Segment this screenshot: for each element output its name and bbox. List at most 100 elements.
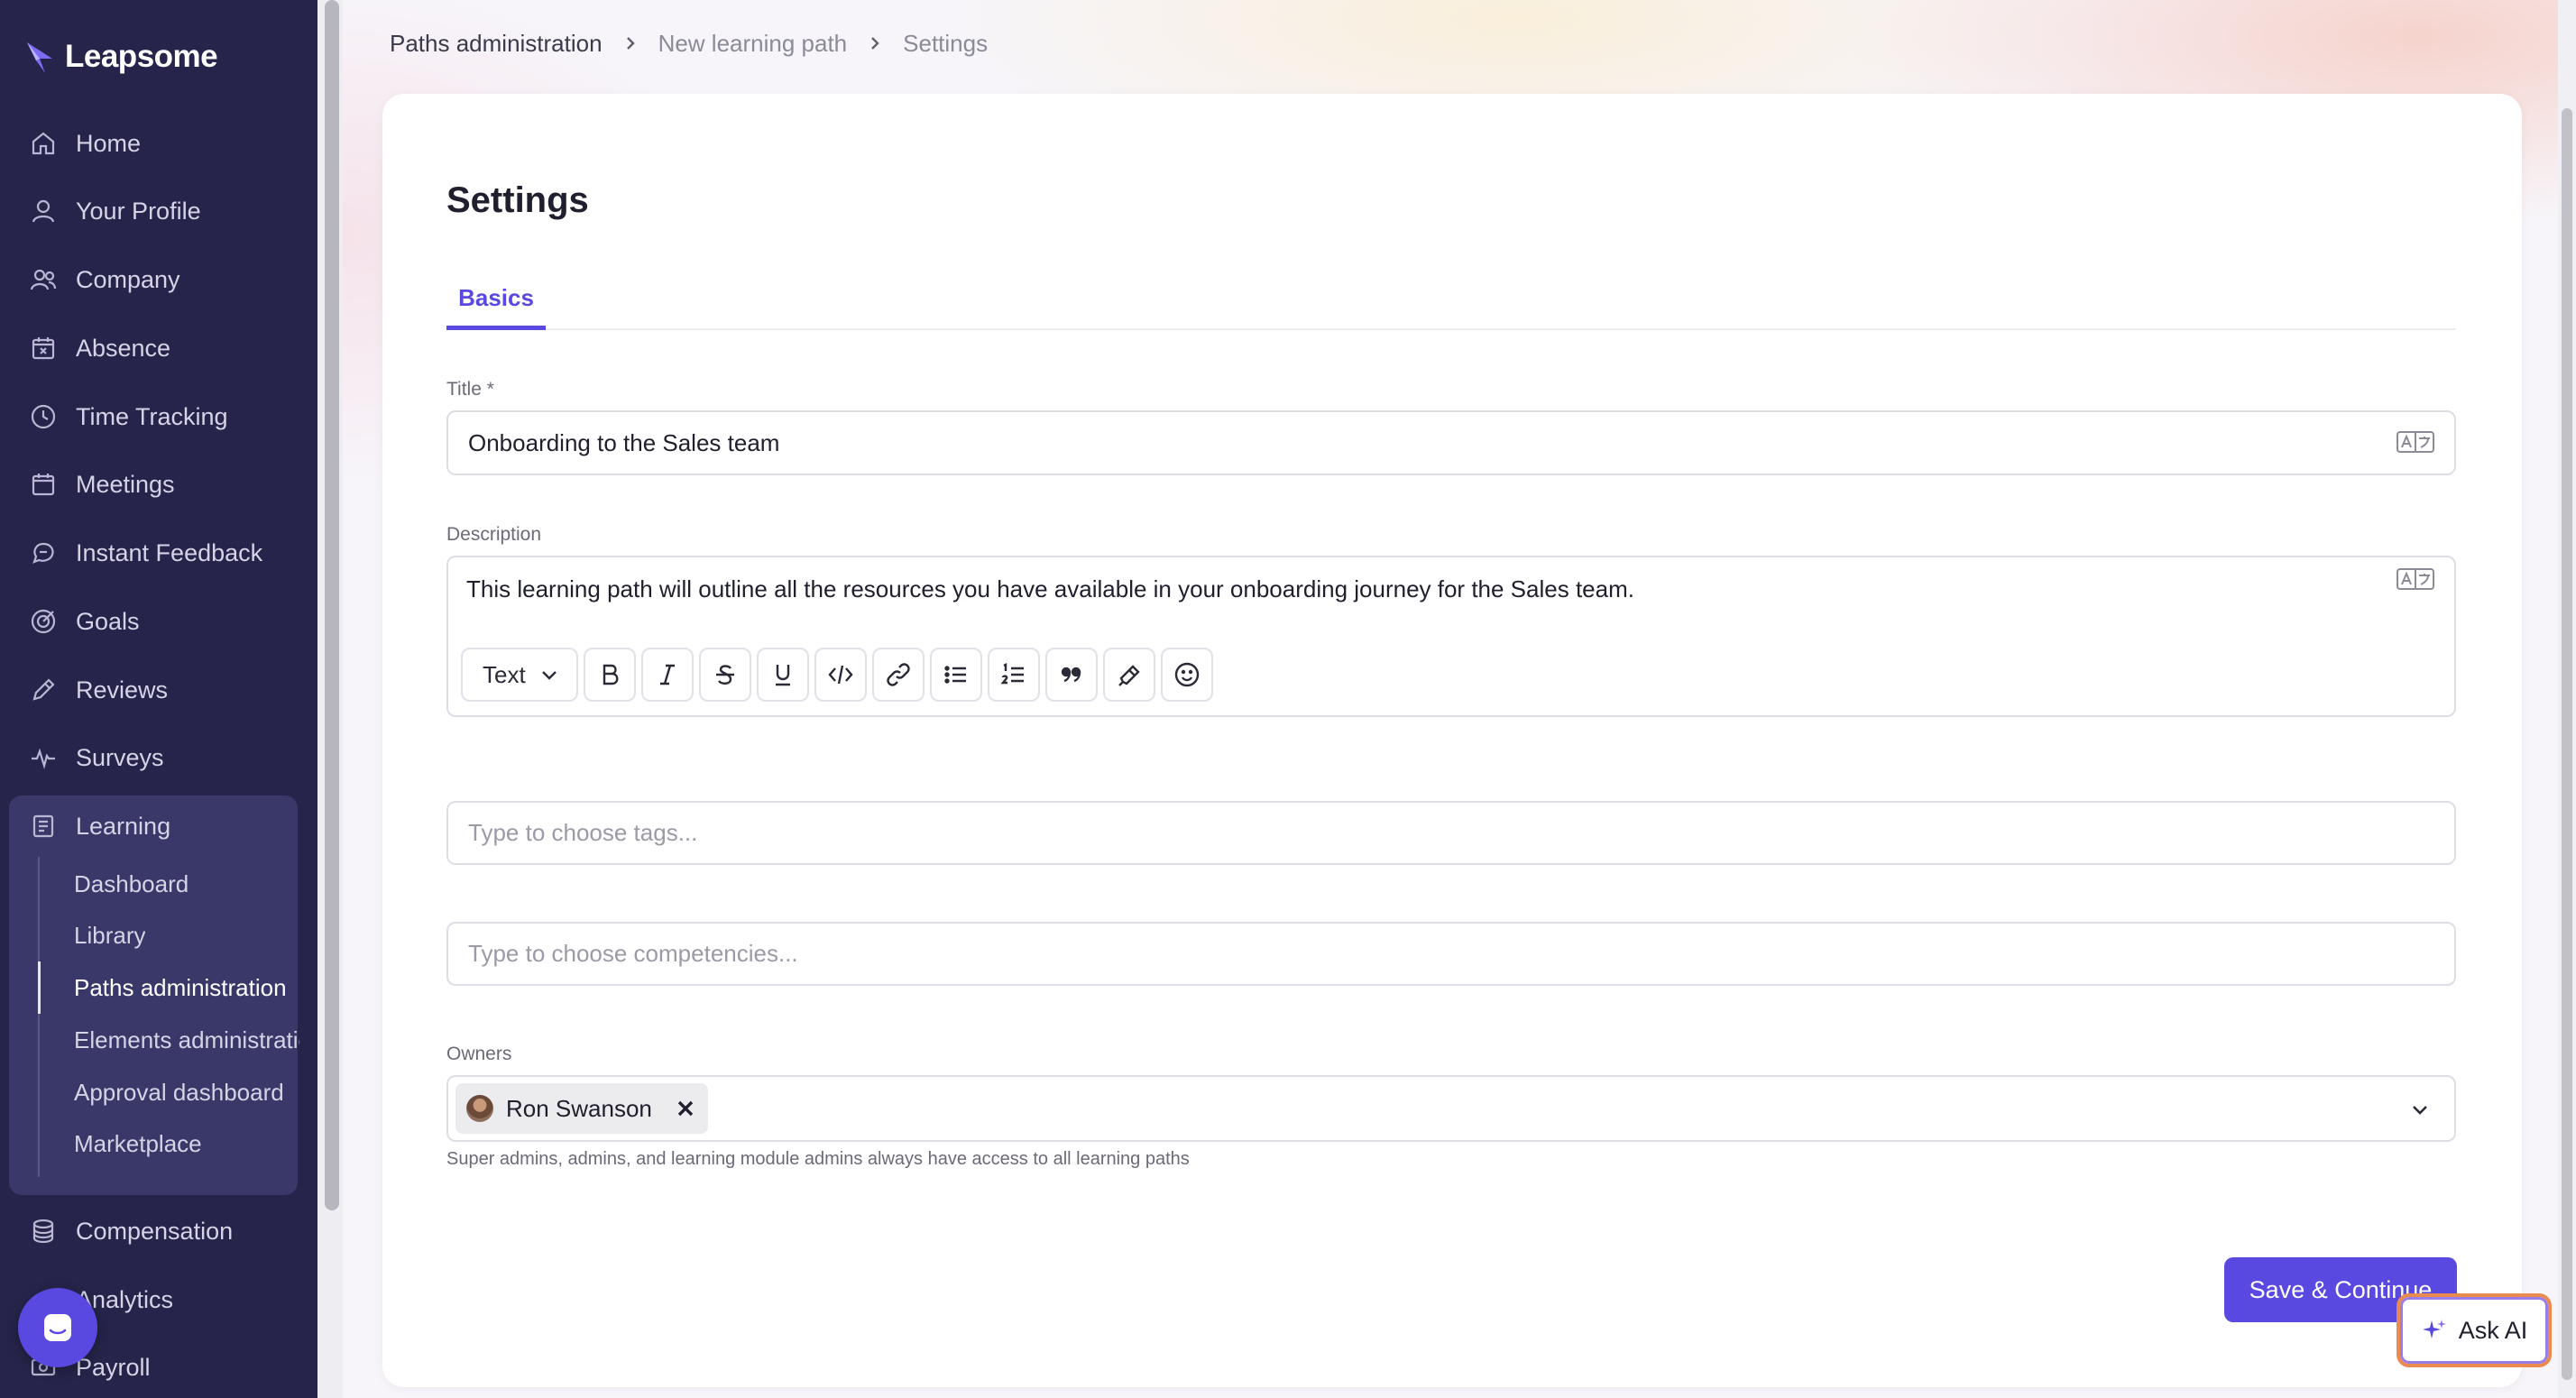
sidebar-item-company[interactable]: Company <box>29 262 180 298</box>
chevron-right-icon <box>871 37 879 50</box>
support-chat-button[interactable] <box>18 1288 97 1367</box>
sidebar-item-goals[interactable]: Goals <box>29 603 140 639</box>
bullet-list-icon <box>944 666 966 684</box>
sparkle-icon <box>2422 1320 2446 1338</box>
italic-button[interactable] <box>641 648 694 702</box>
emoji-button[interactable] <box>1161 648 1213 702</box>
sidebar-item-label: Learning <box>76 812 171 840</box>
sidebar-item-label: Goals <box>76 607 140 635</box>
bold-button[interactable] <box>584 648 636 702</box>
sidebar-item-surveys[interactable]: Surveys <box>29 740 164 776</box>
target-icon <box>31 609 56 634</box>
page-title: Settings <box>446 180 589 220</box>
strikethrough-button[interactable] <box>699 648 751 702</box>
sidebar-item-label: Payroll <box>76 1353 151 1381</box>
brand-logo[interactable]: Leapsome <box>25 36 218 78</box>
translate-icon[interactable] <box>2397 430 2434 454</box>
sub-item-elements-administration[interactable]: Elements administration <box>74 1024 299 1056</box>
main-scrollbar-thumb[interactable] <box>2562 108 2572 1380</box>
numbered-list-icon <box>1000 663 1024 685</box>
sub-item-marketplace[interactable]: Marketplace <box>74 1127 202 1160</box>
bullet-list-button[interactable] <box>930 648 982 702</box>
tab-basics[interactable]: Basics <box>446 271 546 330</box>
calendar-icon <box>32 474 55 496</box>
sidebar-item-absence[interactable]: Absence <box>29 330 170 366</box>
sidebar-item-label: Company <box>76 265 180 293</box>
tags-input[interactable]: Type to choose tags... <box>446 801 2456 865</box>
sub-item-approval-dashboard[interactable]: Approval dashboard <box>74 1076 284 1108</box>
sidebar-item-label: Time Tracking <box>76 402 228 430</box>
breadcrumb-paths-administration[interactable]: Paths administration <box>390 30 603 58</box>
chevron-down-icon <box>542 671 557 680</box>
description-editor[interactable]: This learning path will outline all the … <box>446 556 2456 717</box>
code-button[interactable] <box>814 648 867 702</box>
book-icon <box>32 814 54 838</box>
highlight-button[interactable] <box>1103 648 1155 702</box>
editor-toolbar: Text <box>461 648 1213 702</box>
owners-select[interactable]: Ron Swanson <box>446 1075 2456 1142</box>
translate-glyph-icon <box>2397 431 2434 453</box>
numbered-list-button[interactable] <box>988 648 1040 702</box>
sidebar-item-learning[interactable]: Learning <box>29 808 170 844</box>
pulse-icon <box>32 748 55 769</box>
sub-item-dashboard[interactable]: Dashboard <box>74 868 189 900</box>
tabs-divider <box>446 328 2456 330</box>
breadcrumb: Paths administration New learning path S… <box>390 25 988 61</box>
sidebar-scrollbar-thumb[interactable] <box>325 0 339 1210</box>
ask-ai-label: Ask AI <box>2458 1316 2528 1344</box>
owner-chip: Ron Swanson <box>455 1083 708 1134</box>
home-icon <box>32 132 55 155</box>
owner-name: Ron Swanson <box>506 1094 652 1122</box>
sidebar-item-compensation[interactable]: Compensation <box>29 1213 233 1249</box>
breadcrumb-new-learning-path[interactable]: New learning path <box>658 30 848 58</box>
sub-item-paths-administration[interactable]: Paths administration <box>74 971 287 1004</box>
avatar <box>466 1095 493 1122</box>
link-icon <box>887 663 910 686</box>
remove-owner-button[interactable] <box>674 1097 697 1120</box>
sidebar-item-label: Absence <box>76 334 171 362</box>
quote-button[interactable] <box>1045 648 1098 702</box>
text-style-dropdown[interactable]: Text <box>461 648 578 702</box>
ask-ai-button[interactable]: Ask AI <box>2397 1293 2552 1367</box>
sub-nav-line <box>38 857 40 1177</box>
sidebar-item-time-tracking[interactable]: Time Tracking <box>29 399 228 435</box>
underline-button[interactable] <box>757 648 809 702</box>
chat-bubble-icon <box>44 1314 71 1341</box>
brand-name: Leapsome <box>65 39 218 74</box>
sidebar-item-label: Your Profile <box>76 197 201 225</box>
settings-card <box>382 94 2522 1387</box>
translate-icon[interactable] <box>2397 567 2434 591</box>
code-icon <box>828 665 853 685</box>
sub-nav-active-indicator <box>38 961 41 1014</box>
sidebar-item-label: Compensation <box>76 1217 234 1245</box>
description-label: Description <box>446 524 542 545</box>
underline-icon <box>776 665 790 686</box>
description-value: This learning path will outline all the … <box>466 575 1634 602</box>
link-button[interactable] <box>872 648 925 702</box>
breadcrumb-settings: Settings <box>903 29 989 57</box>
pencil-icon <box>32 678 55 701</box>
translate-glyph-icon <box>2397 568 2434 590</box>
owners-label: Owners <box>446 1044 512 1064</box>
owners-dropdown-toggle[interactable] <box>2407 1097 2433 1122</box>
chevron-down-icon <box>2413 1106 2427 1115</box>
sidebar-item-instant-feedback[interactable]: Instant Feedback <box>29 535 262 571</box>
sidebar-item-label: Home <box>76 129 142 157</box>
title-label: Title * <box>446 379 494 400</box>
sidebar-item-reviews[interactable]: Reviews <box>29 672 168 708</box>
sidebar-item-label: Surveys <box>76 743 164 771</box>
coins-icon <box>32 1219 54 1244</box>
sidebar-item-your-profile[interactable]: Your Profile <box>29 193 201 229</box>
sub-item-library[interactable]: Library <box>74 919 145 952</box>
chat-icon <box>32 542 54 564</box>
sidebar: Leapsome Home Your Profile Company Absen… <box>0 0 317 1398</box>
chevron-right-icon <box>626 37 635 50</box>
sidebar-item-home[interactable]: Home <box>29 125 141 161</box>
title-input[interactable]: Onboarding to the Sales team <box>446 410 2456 475</box>
competencies-input[interactable]: Type to choose competencies... <box>446 922 2456 986</box>
tags-placeholder: Type to choose tags... <box>468 819 698 846</box>
italic-icon <box>660 664 675 685</box>
leapsome-logo-icon <box>27 42 52 73</box>
sidebar-item-meetings[interactable]: Meetings <box>29 466 175 502</box>
calendar-x-icon <box>32 337 55 360</box>
